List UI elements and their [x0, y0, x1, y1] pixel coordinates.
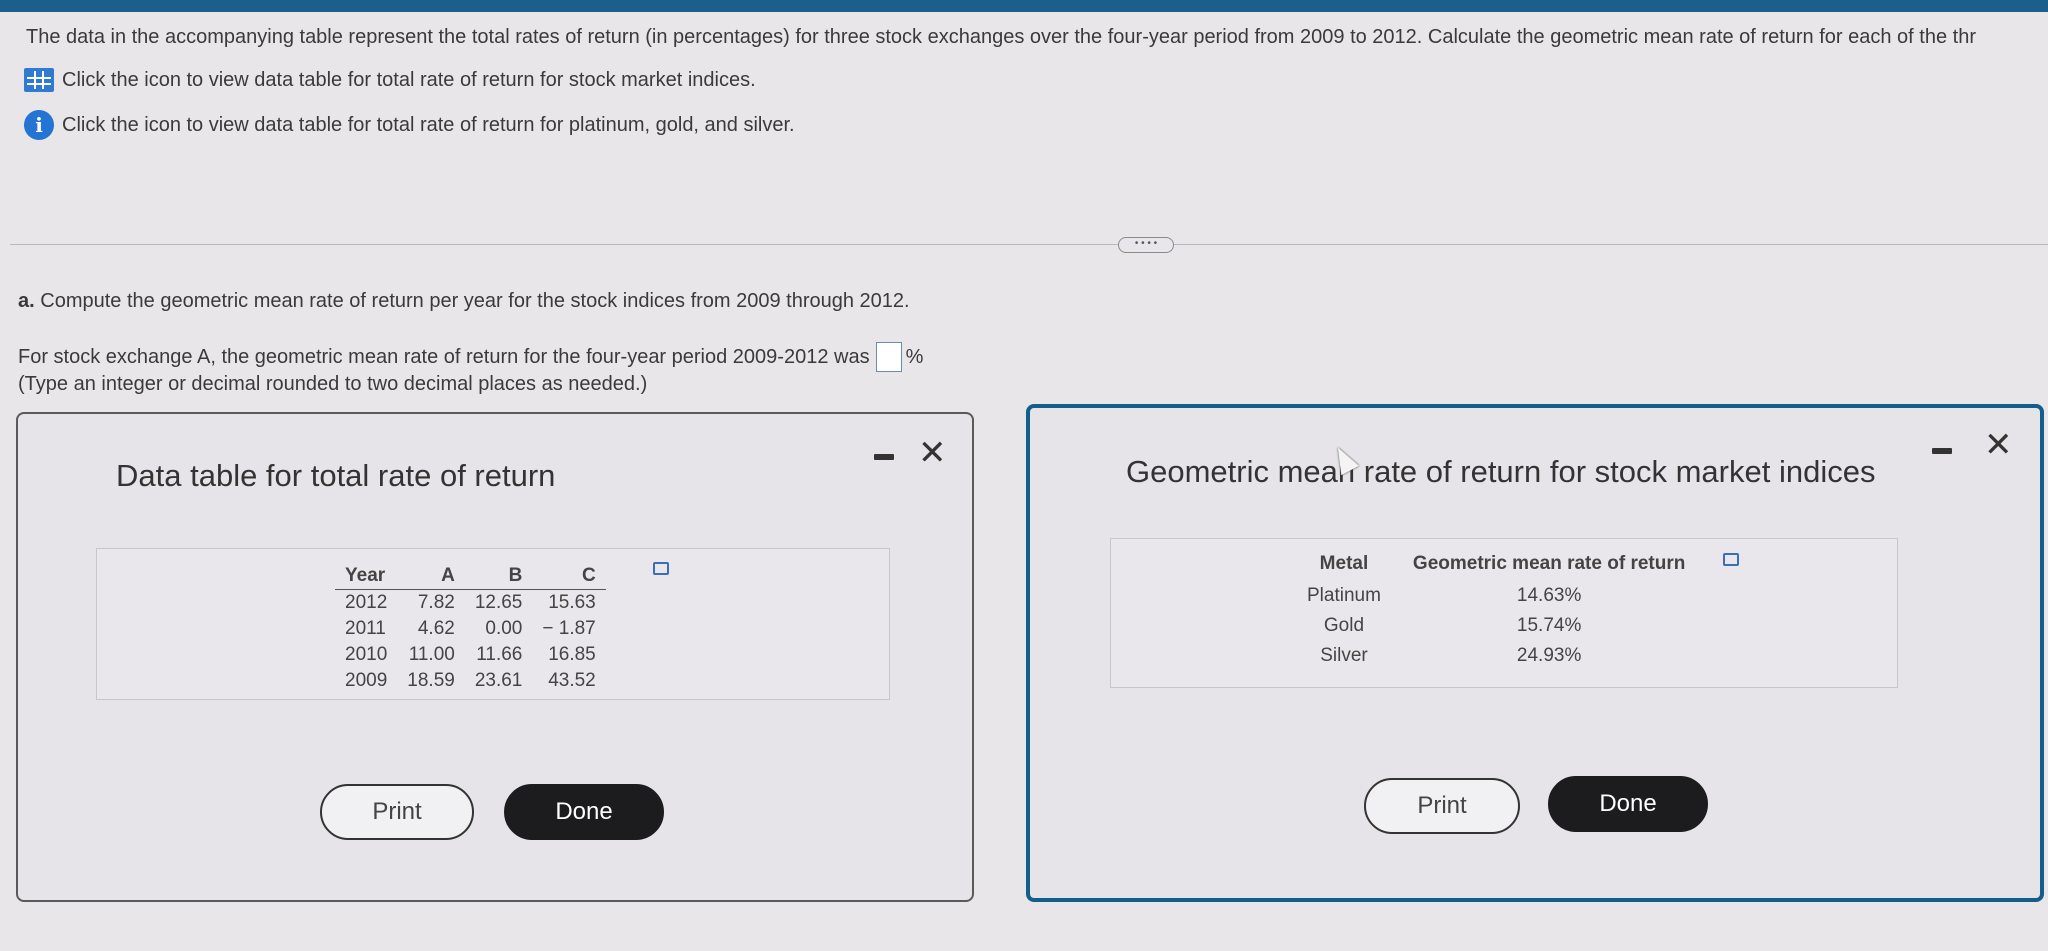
part-label: a.	[18, 290, 35, 312]
table-cell: 4.62	[417, 618, 455, 639]
part-text: Compute the geometric mean rate of retur…	[40, 290, 910, 312]
table-panel: Year A B C 2012 7.82 12.65 15.63 2011 4.…	[96, 548, 890, 700]
table-cell: 18.59	[407, 670, 455, 691]
table-cell: 2010	[345, 644, 388, 665]
column-header: Year	[335, 565, 398, 590]
info-icon[interactable]: i	[24, 110, 54, 140]
data-table-dialog: Data table for total rate of return ✕ Ye…	[16, 412, 974, 902]
minimize-icon[interactable]	[874, 454, 894, 460]
question-part-a: a. Compute the geometric mean rate of re…	[18, 290, 910, 313]
table-row: 2009 18.59 23.61 43.52	[335, 668, 606, 694]
table-cell: 15.74%	[1516, 615, 1582, 636]
intro-text: The data in the accompanying table repre…	[26, 26, 1976, 48]
column-header: Metal	[1319, 553, 1369, 574]
minimize-icon[interactable]	[1932, 448, 1952, 454]
table-row: 2012 7.82 12.65 15.63	[335, 589, 606, 616]
table-row: 2010 11.00 11.66 16.85	[335, 642, 606, 668]
table-cell: Platinum	[1307, 585, 1381, 606]
table-cell: Gold	[1323, 615, 1365, 636]
table-cell: 24.93%	[1516, 645, 1582, 666]
column-header: Geometric mean rate of return	[1412, 553, 1686, 574]
section-divider	[10, 244, 2048, 245]
dialog-title: Data table for total rate of return	[116, 458, 556, 493]
table-cell: 2009	[345, 670, 388, 691]
answer-hint: (Type an integer or decimal rounded to t…	[18, 373, 648, 395]
table-row: Silver 24.93%	[1291, 641, 1701, 671]
table-panel: Metal Geometric mean rate of return Plat…	[1110, 538, 1898, 688]
table-cell: 2011	[345, 618, 386, 639]
table-row: 2011 4.62 0.00 − 1.87	[335, 616, 606, 642]
table-cell: 15.63	[532, 589, 606, 616]
table-cell: − 1.87	[542, 618, 596, 639]
done-button[interactable]: Done	[1548, 776, 1708, 832]
table-cell: 11.66	[476, 644, 523, 665]
stock-table-link-label[interactable]: Click the icon to view data table for to…	[62, 69, 756, 92]
table-cell: Silver	[1320, 645, 1368, 666]
print-button[interactable]: Print	[1364, 778, 1520, 834]
metals-table-link-label[interactable]: Click the icon to view data table for to…	[62, 114, 795, 137]
table-row: Gold 15.74%	[1291, 611, 1701, 641]
prompt-text: For stock exchange A, the geometric mean…	[18, 345, 870, 368]
answer-prompt: For stock exchange A, the geometric mean…	[18, 342, 923, 372]
metals-table-link[interactable]: i Click the icon to view data table for …	[24, 110, 795, 140]
done-button[interactable]: Done	[504, 784, 664, 840]
answer-input[interactable]	[875, 342, 902, 372]
table-header-row: Year A B C	[335, 565, 606, 590]
copy-icon[interactable]	[653, 562, 669, 575]
column-header: A	[397, 565, 465, 590]
dialog-title: Geometric mean rate of return for stock …	[1126, 454, 1876, 489]
table-row: Platinum 14.63%	[1291, 581, 1701, 611]
table-cell: 2012	[335, 589, 398, 616]
table-cell: 7.82	[397, 589, 465, 616]
close-icon[interactable]: ✕	[918, 436, 947, 470]
print-button[interactable]: Print	[320, 784, 474, 840]
answer-unit: %	[905, 345, 924, 368]
column-header: B	[464, 565, 533, 590]
table-cell: 16.85	[548, 644, 596, 665]
rate-of-return-table: Year A B C 2012 7.82 12.65 15.63 2011 4.…	[335, 565, 606, 694]
table-cell: 12.65	[464, 589, 533, 616]
table-cell: 14.63%	[1516, 585, 1582, 606]
column-header: C	[532, 565, 606, 590]
expand-button[interactable]: • • • •	[1118, 237, 1174, 253]
table-header-row: Metal Geometric mean rate of return	[1291, 553, 1701, 581]
table-cell: 23.61	[474, 670, 523, 691]
copy-icon[interactable]	[1723, 553, 1739, 566]
stock-table-link[interactable]: Click the icon to view data table for to…	[24, 68, 756, 92]
close-icon[interactable]: ✕	[1984, 428, 2013, 462]
geometric-mean-dialog: Geometric mean rate of return for stock …	[1026, 404, 2044, 902]
table-cell: 11.00	[408, 644, 455, 665]
geometric-mean-table: Metal Geometric mean rate of return Plat…	[1291, 553, 1701, 671]
table-cell: 0.00	[485, 618, 523, 639]
table-grid-icon[interactable]	[24, 68, 54, 92]
table-cell: 43.52	[548, 670, 596, 691]
top-bar	[0, 0, 2048, 12]
